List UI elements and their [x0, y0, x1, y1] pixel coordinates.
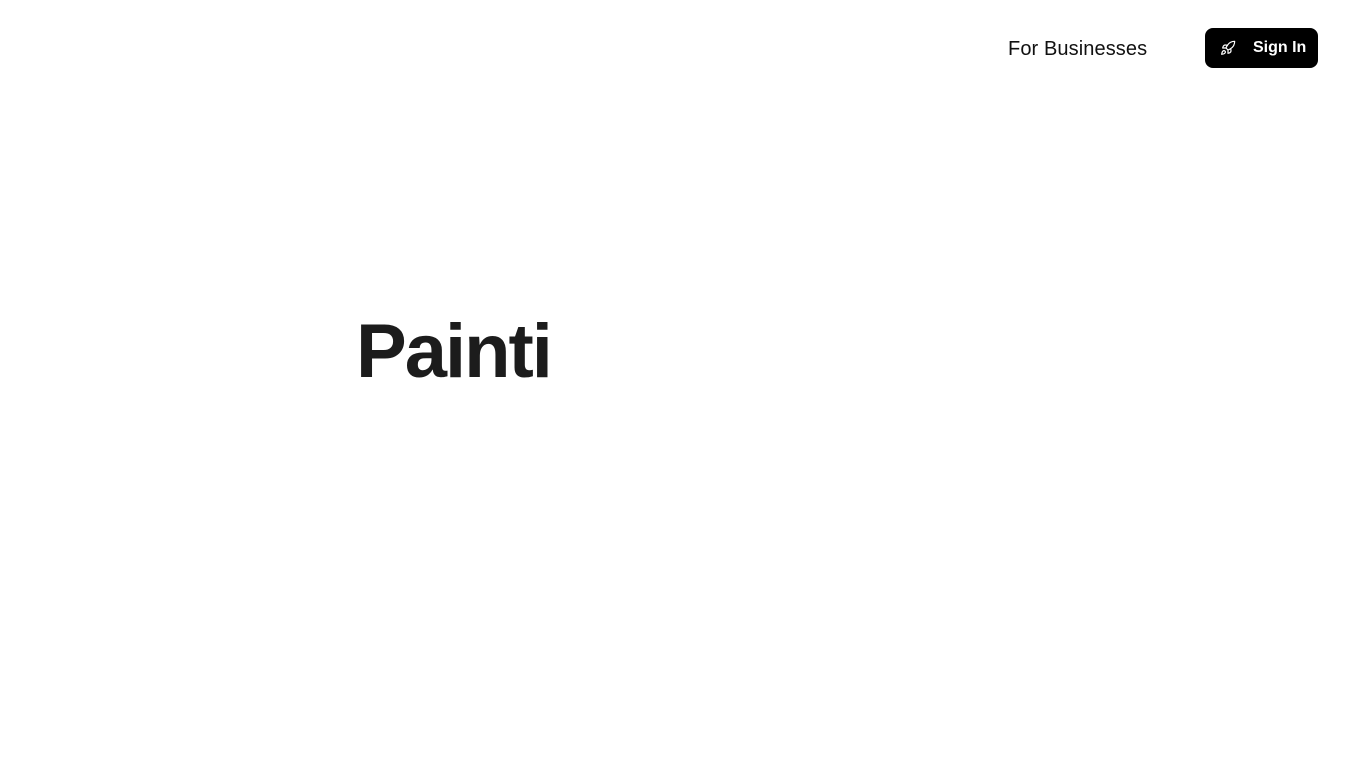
top-navigation: For Businesses Sign In: [0, 0, 1366, 96]
sign-in-label: Sign In: [1253, 39, 1307, 56]
landing-page: For Businesses Sign In Painti: [0, 0, 1366, 768]
hero-title: Painti: [356, 309, 553, 394]
hero-section: Painti: [356, 306, 553, 398]
for-businesses-link[interactable]: For Businesses: [1008, 36, 1147, 62]
rocket-icon: [1221, 40, 1236, 55]
sign-in-button[interactable]: Sign In: [1205, 28, 1318, 68]
